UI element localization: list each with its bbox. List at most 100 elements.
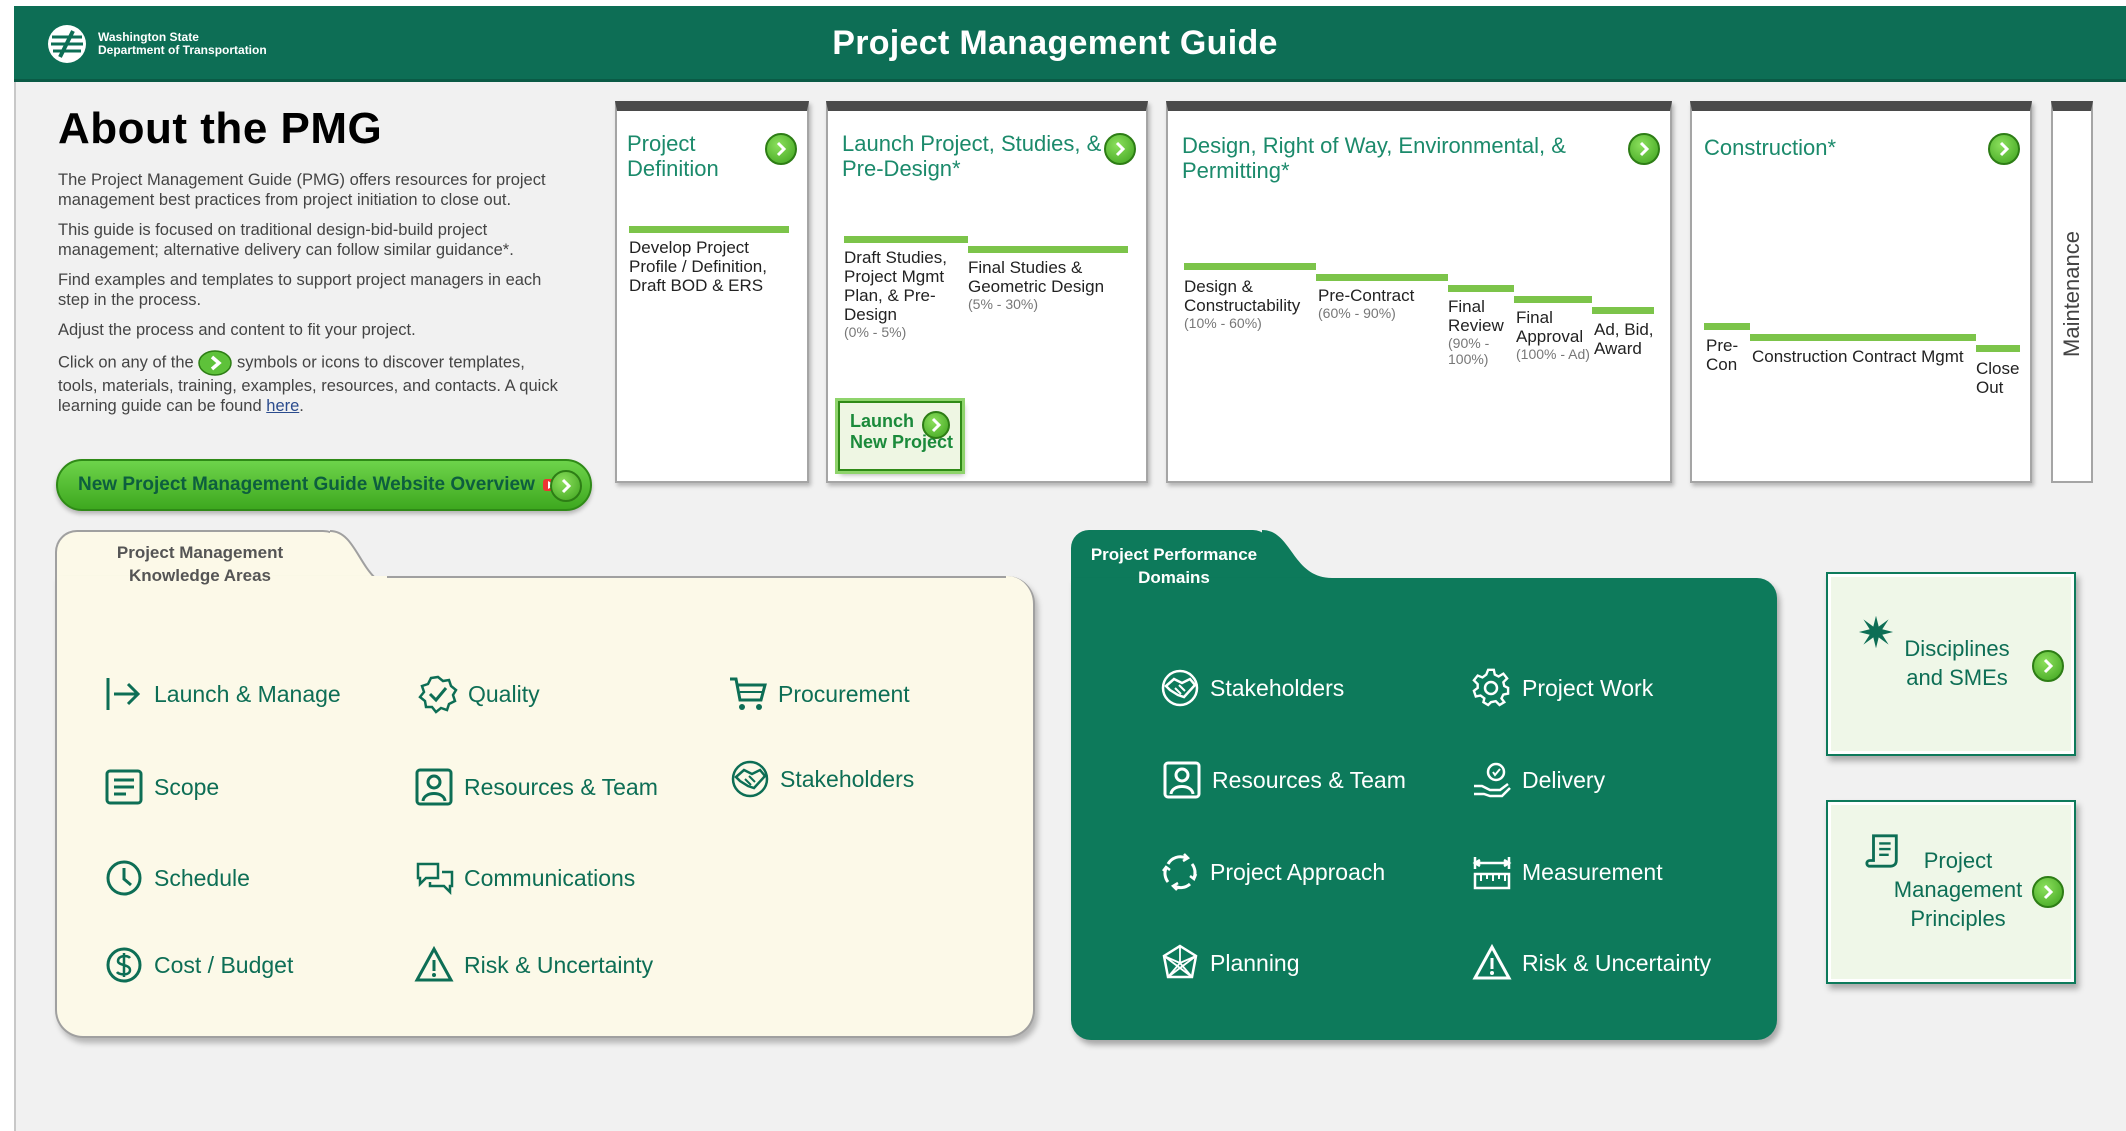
box-label-line: Principles [1910, 906, 2006, 931]
about-text: . [299, 397, 304, 415]
chat-bubbles-icon [416, 862, 454, 896]
phase-card-maintenance[interactable]: Maintenance [2051, 101, 2093, 483]
pd-label: Resources & Team [1212, 766, 1406, 793]
folder-top-edge [386, 576, 1006, 578]
quick-guide-link[interactable]: here [266, 397, 299, 415]
pm-principles-box[interactable]: Project Management Principles [1826, 800, 2076, 984]
cycle-arrows-icon [1162, 853, 1198, 891]
arrow-go-icon [550, 470, 582, 502]
pd-project-approach[interactable]: Project Approach [1160, 852, 1385, 892]
ka-label: Cost / Budget [154, 951, 294, 978]
ka-label: Launch & Manage [154, 680, 341, 707]
arrow-go-icon[interactable] [1628, 133, 1660, 165]
pd-label: Planning [1210, 949, 1300, 976]
about-paragraph: Adjust the process and content to fit yo… [58, 321, 416, 339]
step-label: Design & Constructability [1184, 277, 1301, 315]
arrow-go-icon[interactable] [1104, 133, 1136, 165]
maintenance-label: Maintenance [2059, 231, 2084, 357]
tab-label-line: Project Management [116, 543, 284, 562]
phase-step: Ad, Bid, Award [1594, 320, 1654, 358]
overview-button-label: New Project Management Guide Website Ove… [78, 474, 535, 495]
disciplines-label: Disciplines and SMEs [1882, 634, 2032, 692]
phase-card-project-definition[interactable]: Project Definition Develop Project Profi… [615, 101, 809, 483]
tab-label-line: Project Performance [1090, 545, 1258, 564]
document-list-icon [105, 769, 143, 805]
ka-scope[interactable]: Scope [104, 767, 219, 807]
pd-label: Delivery [1522, 766, 1606, 793]
step-percent: (60% - 90%) [1318, 305, 1396, 321]
principles-label: Project Management Principles [1878, 846, 2038, 933]
box-label-line: Project [1923, 848, 1993, 873]
ka-resources-team[interactable]: Resources & Team [414, 767, 658, 807]
arrow-go-icon [198, 350, 233, 376]
ka-communications[interactable]: Communications [414, 858, 635, 898]
phase-bar [1750, 334, 1976, 341]
phase-card-construction[interactable]: Construction* Pre-Con Construction Contr… [1690, 101, 2032, 483]
pd-label: Measurement [1522, 858, 1663, 885]
about-description: The Project Management Guide (PMG) offer… [58, 170, 558, 426]
performance-domains-label: Project Performance Domains [1076, 543, 1272, 589]
ka-label: Stakeholders [780, 765, 915, 792]
about-paragraph: Find examples and templates to support p… [58, 271, 542, 309]
pd-stakeholders[interactable]: Stakeholders [1160, 668, 1344, 708]
phase-step: Develop Project Profile / Definition, Dr… [629, 238, 767, 295]
pd-measurement[interactable]: Measurement [1472, 852, 1663, 892]
network-planning-icon [1162, 944, 1198, 979]
pd-label: Project Approach [1210, 858, 1386, 885]
ka-risk-uncertainty[interactable]: Risk & Uncertainty [414, 945, 653, 985]
about-paragraph: The Project Management Guide (PMG) offer… [58, 171, 546, 209]
arrow-go-icon[interactable] [765, 133, 797, 165]
tab-label-line: Knowledge Areas [128, 566, 272, 585]
arrow-go-icon[interactable] [1988, 133, 2020, 165]
warning-triangle-icon [1472, 943, 1512, 980]
quality-badge-icon [418, 675, 458, 714]
step-percent: (100% - Ad) [1516, 346, 1590, 362]
ruler-measure-icon [1472, 857, 1512, 890]
phase-step: Draft Studies, Project Mgmt Plan, & Pre-… [844, 248, 962, 340]
warning-triangle-icon [414, 945, 454, 982]
ka-stakeholders[interactable]: Stakeholders [730, 759, 914, 799]
phase-title: Launch Project, Studies, & Pre-Design* [842, 131, 1102, 181]
ka-quality[interactable]: Quality [418, 674, 540, 714]
step-label: Final Studies & Geometric Design [968, 258, 1105, 296]
pd-risk-uncertainty[interactable]: Risk & Uncertainty [1472, 943, 1711, 983]
pd-planning[interactable]: Planning [1160, 943, 1300, 983]
pd-project-work[interactable]: Project Work [1472, 668, 1653, 708]
phase-step: Pre-Contract (60% - 90%) [1318, 286, 1446, 321]
pd-delivery[interactable]: Delivery [1472, 760, 1605, 800]
box-label-line: Management [1893, 877, 2023, 902]
phase-bar [1514, 296, 1592, 303]
arrow-go-icon [922, 411, 950, 439]
pd-label: Risk & Uncertainty [1522, 949, 1712, 976]
phase-bar [1704, 323, 1750, 330]
person-card-icon [1163, 761, 1201, 799]
disciplines-smes-box[interactable]: Disciplines and SMEs [1826, 572, 2076, 756]
step-label: Final Review [1448, 297, 1504, 335]
arrow-go-icon [2032, 650, 2064, 682]
about-paragraph: Click on any of the symbols or icons to … [58, 350, 558, 416]
step-percent: (10% - 60%) [1184, 315, 1262, 331]
pd-resources-team[interactable]: Resources & Team [1162, 760, 1406, 800]
ka-cost-budget[interactable]: Cost / Budget [104, 945, 293, 985]
phase-bar [629, 226, 789, 233]
ka-label: Resources & Team [464, 773, 658, 800]
about-paragraph: This guide is focused on traditional des… [58, 221, 514, 259]
box-label-line: Disciplines [1904, 636, 2010, 661]
ka-procurement[interactable]: Procurement [728, 674, 910, 714]
step-percent: (0% - 5%) [844, 324, 907, 340]
knowledge-areas-label: Project Management Knowledge Areas [90, 541, 310, 587]
pd-label: Project Work [1522, 674, 1654, 701]
phase-bar [1316, 274, 1448, 281]
pd-label: Stakeholders [1210, 674, 1345, 701]
phase-card-design[interactable]: Design, Right of Way, Environmental, & P… [1166, 101, 1672, 483]
website-overview-button[interactable]: New Project Management Guide Website Ove… [56, 459, 592, 511]
phase-title: Construction* [1704, 135, 1837, 160]
launch-new-project-button[interactable]: Launch New Project [838, 401, 962, 471]
phase-step: Final Studies & Geometric Design (5% - 3… [968, 258, 1118, 312]
ka-schedule[interactable]: Schedule [104, 858, 250, 898]
header-bar: Washington State Department of Transport… [14, 6, 2126, 82]
phase-title: Project Definition [627, 131, 719, 181]
arrow-right-bar-icon [106, 678, 141, 710]
box-label-line: and SMEs [1906, 665, 2008, 690]
ka-launch-manage[interactable]: Launch & Manage [104, 674, 341, 714]
